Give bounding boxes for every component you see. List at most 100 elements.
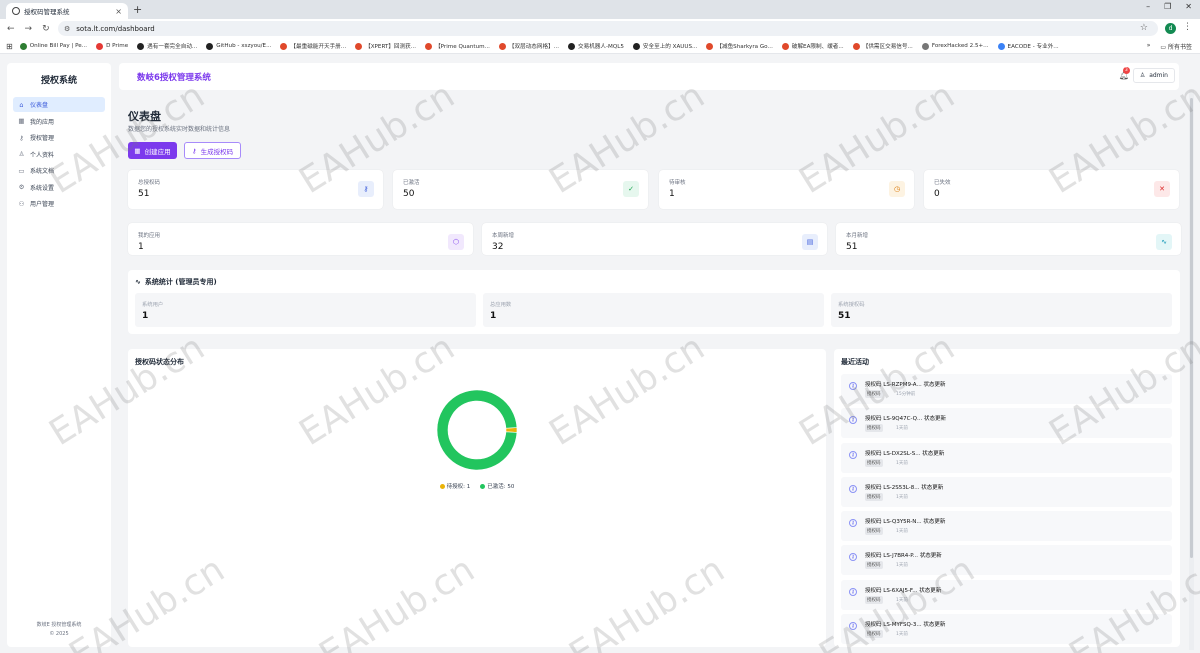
activity-item[interactable]: ⚷ 授权码 LS-MYFSQ-3... 状态更新 授权码 1天前 — [841, 614, 1172, 645]
sidebar-item-icon: ⚷ — [19, 133, 24, 142]
sidebar-item-5[interactable]: ⚙ 系统设置 — [13, 180, 105, 195]
activity-time: 1天前 — [896, 460, 908, 466]
scrollbar-thumb[interactable] — [1190, 98, 1193, 558]
minimize-icon[interactable]: – — [1146, 2, 1150, 11]
bookmark-star-icon[interactable]: ☆ — [1140, 23, 1148, 33]
back-icon[interactable]: ← — [7, 24, 15, 34]
bookmark-item[interactable]: 破解EA限制、缓者... — [781, 42, 844, 50]
bookmark-item[interactable]: GitHub - xszyou/E... — [206, 42, 271, 50]
bookmark-item[interactable]: ForexHacked 2.5+... — [921, 42, 989, 50]
activity-text: 授权码 LS-Q3Y5R-N... 状态更新 — [865, 519, 946, 526]
restore-icon[interactable]: ❐ — [1164, 2, 1171, 11]
sidebar-item-1[interactable]: ▦ 我的应用 — [13, 114, 105, 129]
bookmark-item[interactable]: 【双层动态网格】... — [498, 42, 559, 50]
bookmark-label: ForexHacked 2.5+... — [931, 43, 989, 49]
bookmark-item[interactable]: EACODE - 专业外... — [997, 42, 1059, 50]
user-icon: ♙ — [1139, 72, 1146, 79]
system-stat-label: 系统用户 — [142, 302, 164, 308]
bookmark-item[interactable]: D Prime — [96, 42, 128, 50]
activity-tag: 授权码 — [865, 458, 883, 467]
sidebar-item-0[interactable]: ⌂ 仪表盘 — [13, 97, 105, 112]
omnibox[interactable]: ⚙ sota.lt.com/dashboard ☆ — [58, 21, 1158, 36]
bookmark-item[interactable]: 【Prime Quantum... — [425, 42, 490, 50]
stat-card-label: 已激活 — [403, 180, 420, 186]
legend-item: 已激活: 50 — [480, 482, 514, 490]
bookmark-label: 【双层动态网格】... — [508, 44, 559, 50]
legend-dot-icon — [439, 484, 445, 489]
legend-label: 已激活: 50 — [487, 484, 515, 490]
key-circle-icon: ⚷ — [849, 519, 857, 528]
donut-slice-已激活[interactable] — [436, 389, 518, 471]
stat-card-value: 50 — [403, 189, 415, 199]
legend-item: 待授权: 1 — [439, 482, 470, 490]
stat-card-icon: ✓ — [623, 181, 639, 197]
recent-activity-title: 最近活动 — [841, 358, 869, 366]
bookmark-favicon-icon — [280, 42, 288, 50]
forward-icon[interactable]: → — [25, 24, 33, 34]
page-scrollbar[interactable] — [1189, 90, 1194, 650]
nav-buttons: ← → ↻ — [0, 24, 50, 34]
create-app-button[interactable]: ▦ 创建应用 — [128, 142, 177, 159]
profile-avatar[interactable]: d — [1165, 23, 1176, 34]
key-circle-icon: ⚷ — [849, 587, 857, 596]
activity-tag: 授权码 — [865, 390, 883, 398]
chart-legend: 待授权: 1 已激活: 50 — [128, 482, 826, 490]
footer-line1: 数岐E 授权管理系统 — [36, 622, 82, 628]
site-info-icon[interactable]: ⚙ — [64, 25, 70, 33]
user-menu[interactable]: ♙ admin — [1132, 68, 1175, 83]
browser-tab[interactable]: 授权码管理系统 × — [6, 3, 128, 19]
activity-time: 1天前 — [896, 426, 908, 432]
sidebar-item-icon: ⚇ — [18, 199, 25, 208]
generate-code-button[interactable]: ⚷ 生成授权码 — [184, 142, 241, 159]
bookmark-item[interactable]: 遇有一套完全自动... — [137, 42, 197, 50]
stat-card: 本周新增 32 ▤ — [482, 223, 827, 255]
stat-card-label: 已失效 — [934, 180, 951, 186]
sidebar-item-icon: ♙ — [18, 150, 25, 158]
close-tab-icon[interactable]: × — [115, 7, 122, 16]
bookmark-item[interactable]: 安全至上的 XAUUS... — [632, 42, 697, 50]
activity-item[interactable]: ⚷ 授权码 LS-RZPM9-A... 状态更新 授权码 15分钟前 — [841, 374, 1172, 404]
bookmarks-right: » ▭ 所有书签 — [1146, 42, 1192, 51]
bookmark-favicon-icon — [632, 42, 640, 50]
activity-item[interactable]: ⚷ 授权码 LS-2S53L-8... 状态更新 授权码 1天前 — [841, 476, 1172, 507]
bookmark-label: 【Prime Quantum... — [435, 44, 490, 50]
activity-item[interactable]: ⚷ 授权码 LS-6XAJ5-F... 状态更新 授权码 1天前 — [841, 579, 1172, 610]
sidebar-brand: 授权系统 — [40, 76, 77, 86]
bookmark-favicon-icon — [498, 42, 506, 50]
activity-item[interactable]: ⚷ 授权码 LS-DX2SL-S... 状态更新 授权码 1天前 — [841, 442, 1172, 473]
system-stat-box: 系统授权码 51 — [831, 293, 1172, 327]
more-bookmarks-icon[interactable]: » — [1147, 42, 1151, 51]
url-text[interactable]: sota.lt.com/dashboard — [76, 25, 154, 33]
all-bookmarks-folder[interactable]: ▭ 所有书签 — [1160, 42, 1192, 51]
all-bookmarks-label: 所有书签 — [1167, 44, 1192, 51]
bookmark-item[interactable]: 【最重磁能开天手册... — [280, 42, 346, 50]
notification-badge: 3 — [1122, 67, 1130, 74]
bookmark-label: 【XPERT】回测获... — [365, 44, 417, 50]
apps-grid-icon[interactable]: ⊞ — [6, 42, 13, 51]
close-window-icon[interactable]: ✕ — [1185, 2, 1192, 11]
sidebar-item-3[interactable]: ♙ 个人资料 — [13, 147, 105, 162]
sidebar-item-2[interactable]: ⚷ 授权管理 — [13, 130, 105, 145]
activity-item[interactable]: ⚷ 授权码 LS-9Q47C-Q... 状态更新 授权码 1天前 — [841, 408, 1172, 439]
reload-icon[interactable]: ↻ — [42, 24, 50, 34]
activity-item[interactable]: ⚷ 授权码 LS-J7BR4-P... 状态更新 授权码 1天前 — [841, 545, 1172, 576]
bookmark-item[interactable]: 【XPERT】回测获... — [355, 42, 416, 50]
bookmark-item[interactable]: 【减鱼Sharkyra Go... — [706, 42, 773, 50]
key-circle-icon: ⚷ — [849, 450, 857, 459]
sidebar-item-4[interactable]: ▭ 系统文档 — [13, 163, 105, 178]
stat-card: 待审核 1 ◷ — [659, 170, 914, 209]
sidebar: 授权系统 ⌂ 仪表盘 ▦ 我的应用 ⚷ 授权管理 ♙ 个人资料 ▭ 系统文档 ⚙ 系统设置 ⚇ 用户管理 … — [7, 63, 111, 647]
activity-item[interactable]: ⚷ 授权码 LS-Q3Y5R-N... 状态更新 授权码 1天前 — [841, 511, 1172, 542]
notification-bell-icon[interactable]: 🔔︎ 3 — [1119, 67, 1130, 80]
browser-menu-icon[interactable]: ⋮ — [1183, 22, 1192, 32]
sidebar-item-label: 系统文档 — [30, 168, 55, 175]
bookmark-item[interactable]: 交易机器人-MQL5 — [568, 42, 624, 50]
system-stat-value: 1 — [490, 311, 497, 321]
bookmark-item[interactable]: Online Bill Pay | Pe... — [19, 42, 87, 50]
sidebar-item-6[interactable]: ⚇ 用户管理 — [13, 196, 105, 211]
bookmark-label: 破解EA限制、缓者... — [791, 44, 844, 50]
activity-pulse-icon: ∿ — [135, 278, 141, 286]
bookmark-item[interactable]: 【供需区交易信号... — [852, 42, 913, 50]
sidebar-item-label: 授权管理 — [30, 135, 55, 142]
new-tab-button[interactable]: + — [133, 3, 142, 16]
